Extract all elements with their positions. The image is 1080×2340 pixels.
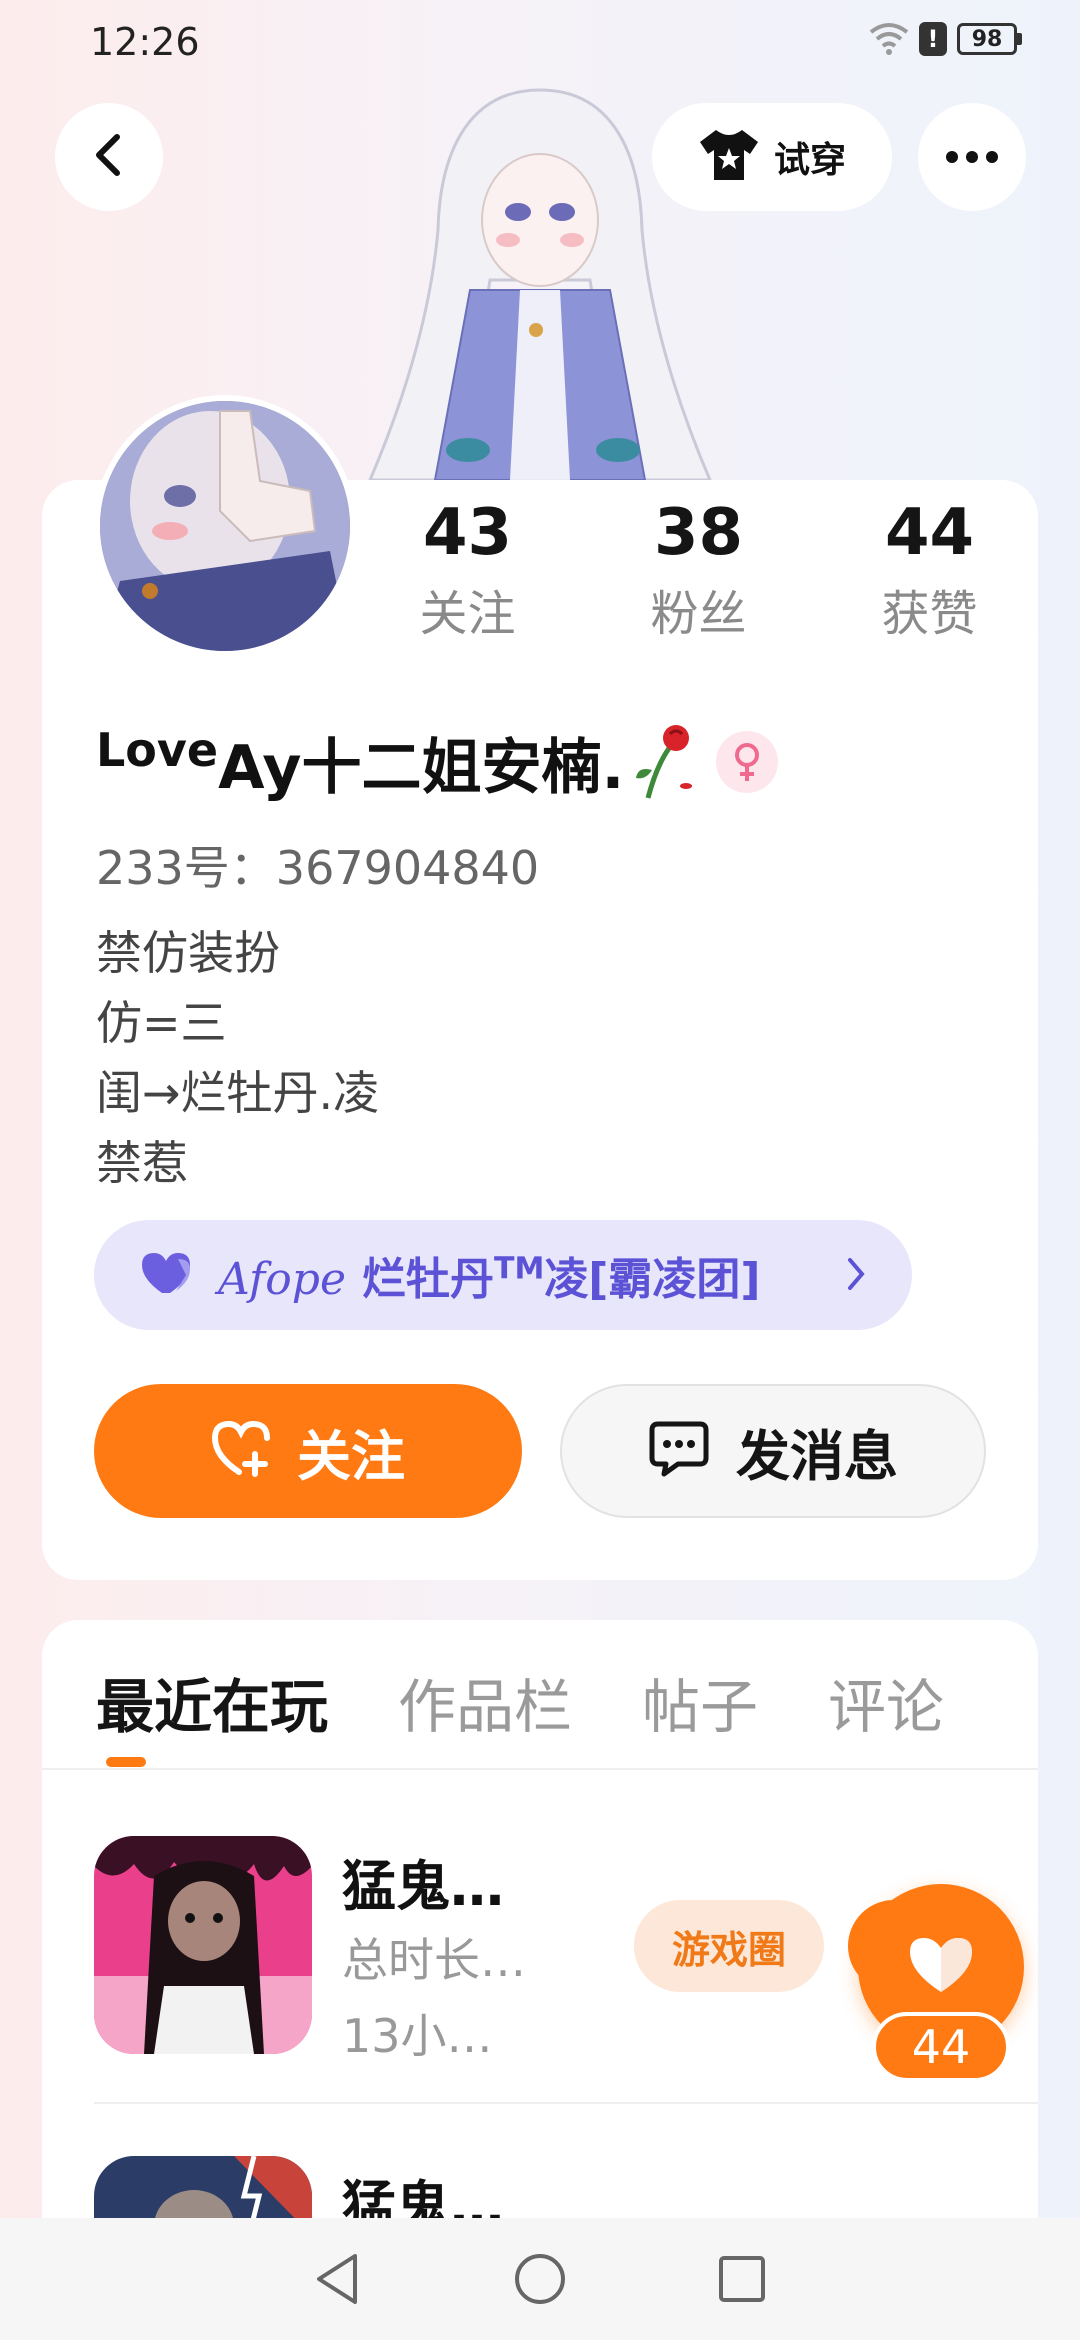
stat-label: 粉丝 [650,586,747,643]
more-options-button[interactable] [918,103,1026,211]
group-heart-icon [140,1251,196,1299]
tab-comments[interactable]: 评论 [828,1660,944,1760]
bio: 禁仿装扮 仿=三 闺→烂牡丹.凌 禁惹 [96,918,379,1198]
game-thumbnail [94,1836,312,2054]
more-dot-icon [966,151,978,163]
status-time: 12:26 [90,20,200,64]
group-script: Afope [218,1254,346,1305]
stat-value: 44 [884,496,975,570]
battery-level: 98 [957,23,1017,55]
group-tm: TM [493,1251,545,1287]
group-link[interactable]: Afope 烂牡丹TM凌[霸凌团] [94,1220,912,1330]
active-tab-indicator [106,1757,146,1767]
follow-button[interactable]: 关注 [94,1384,522,1518]
stat-followers[interactable]: 38 粉丝 [583,498,814,668]
tab-bar: 最近在玩 作品栏 帖子 评论 [96,1660,1014,1760]
bio-line: 闺→烂牡丹.凌 [96,1066,380,1120]
stat-likes[interactable]: 44 获赞 [814,498,1045,668]
nav-home-icon[interactable] [513,2252,567,2306]
back-button[interactable] [55,103,163,211]
system-nav-bar [0,2218,1080,2340]
stat-label: 获赞 [881,586,978,643]
game-circle-button[interactable]: 游戏圈 [634,1900,824,1992]
group-name-part: 凌[霸凌团] [544,1254,761,1305]
stat-value: 38 [653,496,744,570]
bio-line: 禁仿装扮 [96,926,280,980]
try-on-label: 试穿 [773,140,846,181]
nav-recents-icon[interactable] [717,2254,767,2304]
list-divider [94,2102,1038,2104]
nickname-row: LoveAy十二姐安楠. [96,712,779,812]
stat-label: 关注 [419,586,516,643]
heart-icon [906,1934,976,2000]
heart-plus-icon [211,1420,275,1482]
nav-back-icon[interactable] [313,2252,363,2306]
stat-following[interactable]: 43 关注 [352,498,583,668]
tab-works[interactable]: 作品栏 [398,1660,572,1760]
game-title: 猛鬼… [342,2175,504,2218]
battery-icon: 98 [957,23,1022,55]
more-dot-icon [946,151,958,163]
wifi-icon [869,22,909,56]
status-icons: ! 98 [869,22,1022,56]
status-bar: 12:26 ! 98 [0,0,1080,84]
game-playtime-value: 13小… [342,2009,493,2063]
message-label: 发消息 [736,1424,898,1488]
alert-icon: ! [919,22,947,56]
bio-line: 仿=三 [96,996,227,1050]
tab-posts[interactable]: 帖子 [642,1660,758,1760]
list-item[interactable]: 猛鬼… [94,2156,1038,2218]
female-gender-icon [716,731,779,793]
game-playtime-label: 总时长… [342,1933,526,1987]
game-title: 猛鬼… [342,1855,504,1918]
back-arrow-icon [89,133,129,181]
user-id: 233号：367904840 [96,841,540,895]
group-name-part: 烂牡丹 [361,1254,494,1305]
game-thumbnail [94,2156,312,2218]
nickname-prefix: Love [96,722,219,777]
avatar[interactable] [94,395,356,657]
tshirt-icon [698,128,760,186]
message-button[interactable]: 发消息 [560,1384,986,1518]
nickname-main: Ay十二姐安楠. [218,732,625,803]
try-on-button[interactable]: 试穿 [652,103,892,211]
chat-bubble-icon [648,1420,710,1482]
tabs-divider [42,1768,1038,1770]
follow-label: 关注 [297,1424,405,1488]
stat-value: 43 [422,496,513,570]
tab-recently-played[interactable]: 最近在玩 [96,1660,328,1760]
more-dot-icon [986,151,998,163]
nickname: LoveAy十二姐安楠. [96,719,624,806]
group-name: Afope 烂牡丹TM凌[霸凌团] [218,1243,761,1307]
wilted-rose-icon [628,720,698,804]
game-meta: 总时长… 13小… [342,1922,526,2074]
battery-cap [1017,33,1022,45]
chevron-right-icon [846,1254,868,1298]
bio-line: 禁惹 [96,1136,188,1190]
profile-stats: 43 关注 38 粉丝 44 获赞 [352,498,1052,668]
like-count-badge: 44 [872,2012,1010,2082]
